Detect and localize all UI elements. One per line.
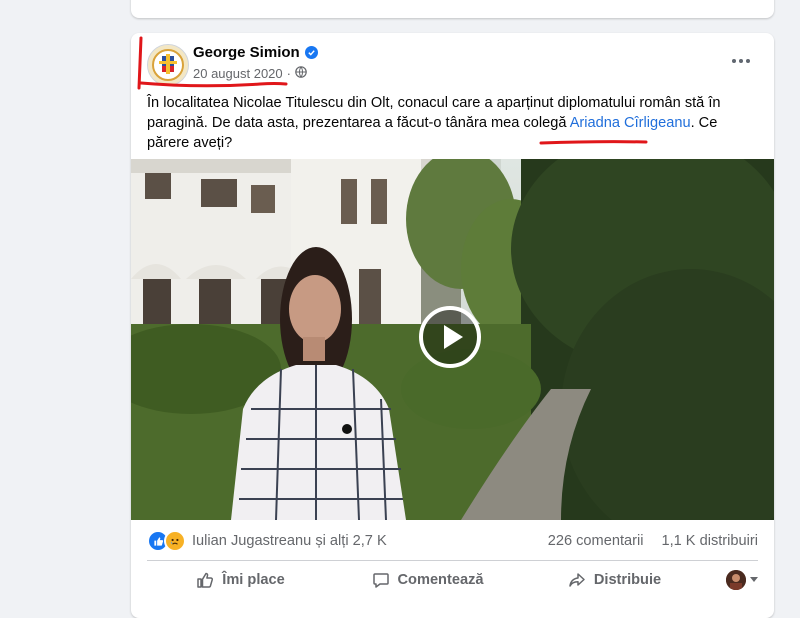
viewer-avatar: [726, 570, 746, 590]
more-dot-icon: [739, 59, 743, 63]
like-label: Îmi place: [222, 572, 285, 588]
thumbs-up-icon: [197, 572, 214, 588]
share-icon: [569, 573, 585, 587]
actions-divider: [147, 560, 758, 561]
post-as-selector[interactable]: [708, 570, 758, 590]
previous-post-card: [131, 0, 774, 18]
reaction-icons[interactable]: [147, 530, 186, 552]
engagement-stats: 226 comentarii 1,1 K distribuiri: [548, 533, 758, 549]
post-header: George Simion 20 august 2020 ·: [131, 33, 774, 93]
tagged-person-link[interactable]: Ariadna Cîrligeanu: [570, 115, 691, 131]
author-avatar[interactable]: [147, 44, 189, 86]
share-label: Distribuie: [593, 572, 662, 588]
comment-button[interactable]: Comentează: [334, 563, 521, 597]
meta-separator: ·: [286, 66, 291, 81]
post-card: George Simion 20 august 2020 · În locali…: [131, 33, 774, 618]
share-button[interactable]: Distribuie: [521, 563, 708, 597]
post-date[interactable]: 20 august 2020: [193, 66, 283, 81]
post-text: În localitatea Nicolae Titulescu din Olt…: [147, 93, 759, 153]
video-player[interactable]: [131, 159, 774, 520]
post-actions: Îmi place Comentează Distribuie: [147, 563, 758, 597]
comments-count[interactable]: 226 comentarii: [548, 533, 644, 549]
comment-icon: [372, 573, 389, 588]
play-button[interactable]: [419, 306, 481, 368]
author-name[interactable]: George Simion: [193, 44, 300, 61]
globe-icon: [295, 66, 307, 81]
shares-count[interactable]: 1,1 K distribuiri: [661, 533, 758, 549]
reactions-summary[interactable]: Iulian Jugastreanu și alți 2,7 K: [192, 533, 387, 549]
more-dot-icon: [732, 59, 736, 63]
reactions-bar: Iulian Jugastreanu și alți 2,7 K 226 com…: [147, 529, 758, 553]
chevron-down-icon: [750, 577, 758, 582]
post-options-button[interactable]: [726, 49, 756, 73]
comment-label: Comentează: [397, 572, 484, 588]
play-icon: [444, 325, 463, 349]
verified-badge-icon: [304, 46, 318, 59]
like-button[interactable]: Îmi place: [147, 563, 334, 597]
more-dot-icon: [746, 59, 750, 63]
sad-icon: [164, 530, 186, 552]
